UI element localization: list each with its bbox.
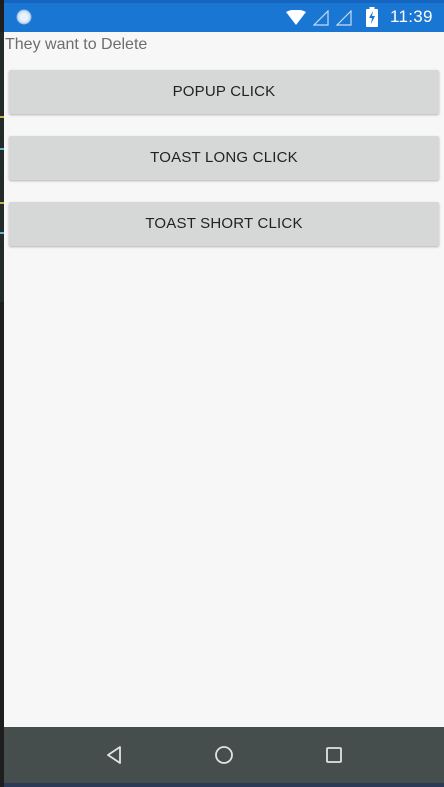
battery-charging-icon xyxy=(366,7,378,27)
signal-icon xyxy=(313,10,329,26)
toast-long-click-button[interactable]: TOAST LONG CLICK xyxy=(9,136,439,180)
device-frame: 11:39 They want to Delete POPUP CLICK TO… xyxy=(0,0,444,787)
recents-icon[interactable] xyxy=(322,743,346,767)
status-bar-edge xyxy=(4,0,444,3)
signal-icon xyxy=(336,10,352,26)
delete-label: They want to Delete xyxy=(5,36,148,53)
toast-short-click-button[interactable]: TOAST SHORT CLICK xyxy=(9,202,439,246)
status-clock: 11:39 xyxy=(390,7,433,26)
popup-click-button[interactable]: POPUP CLICK xyxy=(9,70,439,114)
home-icon[interactable] xyxy=(212,743,236,767)
screen-bottom-edge xyxy=(4,783,444,787)
status-bar: 11:39 xyxy=(4,0,444,32)
wifi-icon xyxy=(286,10,306,25)
notification-circle-icon xyxy=(16,9,32,25)
back-icon[interactable] xyxy=(102,743,126,767)
phone-screen: 11:39 They want to Delete POPUP CLICK TO… xyxy=(4,0,444,787)
navigation-bar xyxy=(4,727,444,783)
